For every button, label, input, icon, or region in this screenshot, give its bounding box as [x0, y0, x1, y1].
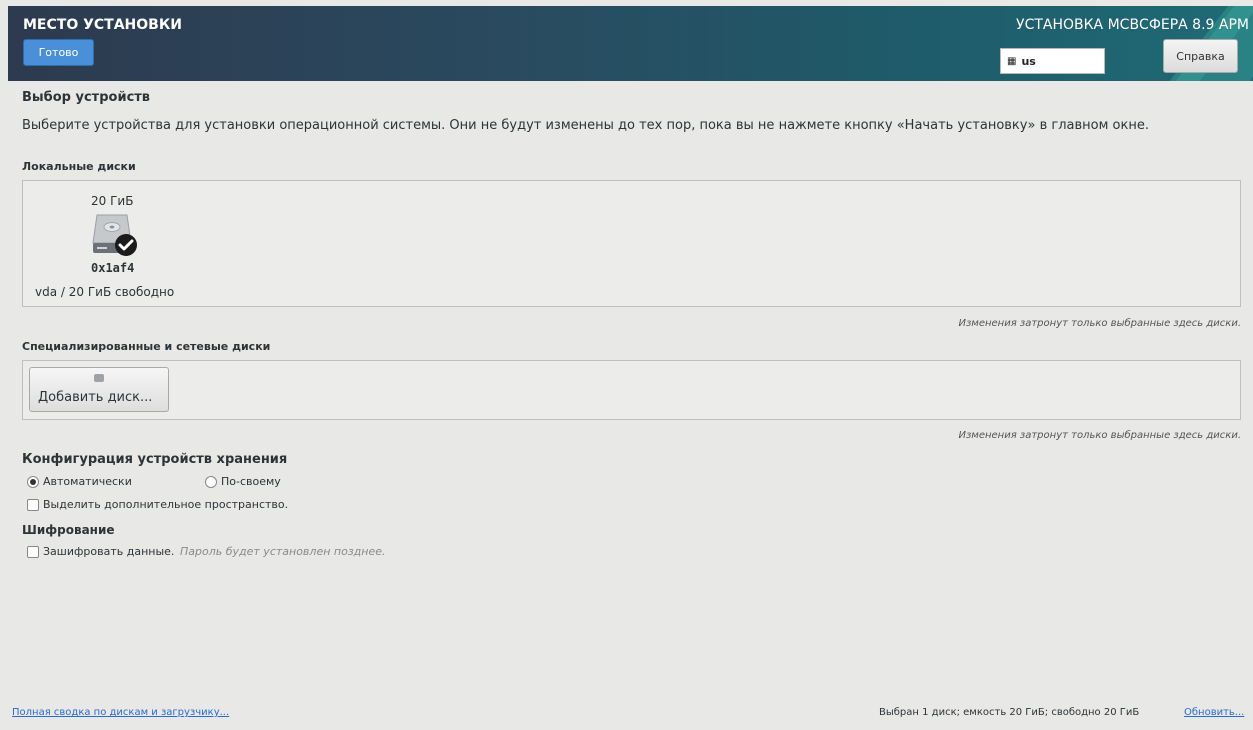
radio-custom[interactable]	[205, 476, 217, 488]
done-button[interactable]: Готово	[23, 39, 94, 66]
keyboard-icon: ▦	[1007, 55, 1017, 67]
add-disk-button[interactable]: Добавить диск...	[29, 367, 169, 412]
disk-summary-link[interactable]: Полная сводка по дискам и загрузчику...	[12, 707, 229, 718]
encryption-title: Шифрование	[22, 523, 115, 537]
help-button[interactable]: Справка	[1163, 39, 1238, 73]
disk-small-icon	[94, 374, 104, 382]
local-disks-note: Изменения затронут только выбранные здес…	[958, 318, 1242, 329]
specialized-disks-panel: Добавить диск...	[22, 360, 1241, 420]
disk-name: 0x1af4	[91, 261, 135, 275]
reclaim-space-label[interactable]: Выделить дополнительное пространство.	[43, 498, 288, 511]
disk-capacity: 20 ГиБ	[91, 194, 134, 208]
encrypt-data-checkbox[interactable]	[27, 546, 39, 558]
add-disk-label: Добавить диск...	[38, 390, 153, 405]
encrypt-data-label[interactable]: Зашифровать данные.	[43, 545, 174, 558]
keyboard-layout-indicator[interactable]: ▦ us	[1000, 48, 1105, 74]
radio-custom-label[interactable]: По-своему	[221, 475, 281, 488]
specialized-disks-note: Изменения затронут только выбранные здес…	[958, 430, 1242, 441]
local-disks-panel: 20 ГиБ 0x1af4 vda / 20 ГиБ свободно	[22, 180, 1241, 307]
specialized-disks-label: Специализированные и сетевые диски	[22, 340, 271, 353]
disk-tile[interactable]: 20 ГиБ 0x1af4 vda / 20 ГиБ свободно	[23, 181, 203, 306]
reclaim-space-checkbox[interactable]	[27, 499, 39, 511]
hard-disk-selected-icon	[92, 214, 137, 256]
product-title: УСТАНОВКА МСВСФЕРА 8.9 АРМ	[1016, 17, 1249, 33]
header-bar: МЕСТО УСТАНОВКИ Готово УСТАНОВКА МСВСФЕР…	[8, 6, 1253, 81]
local-disks-label: Локальные диски	[22, 160, 136, 173]
radio-automatic-label[interactable]: Автоматически	[43, 475, 132, 488]
refresh-link[interactable]: Обновить...	[1184, 707, 1244, 718]
storage-config-title: Конфигурация устройств хранения	[22, 452, 288, 467]
disk-info: vda / 20 ГиБ свободно	[35, 285, 175, 299]
encrypt-hint: Пароль будет установлен позднее.	[180, 545, 386, 558]
selection-status: Выбран 1 диск; емкость 20 ГиБ; свободно …	[879, 707, 1140, 718]
keyboard-layout-label: us	[1021, 54, 1036, 68]
device-selection-title: Выбор устройств	[22, 90, 151, 105]
device-selection-description: Выберите устройства для установки операц…	[22, 118, 1149, 133]
radio-automatic[interactable]	[27, 476, 39, 488]
page-title: МЕСТО УСТАНОВКИ	[23, 17, 182, 33]
